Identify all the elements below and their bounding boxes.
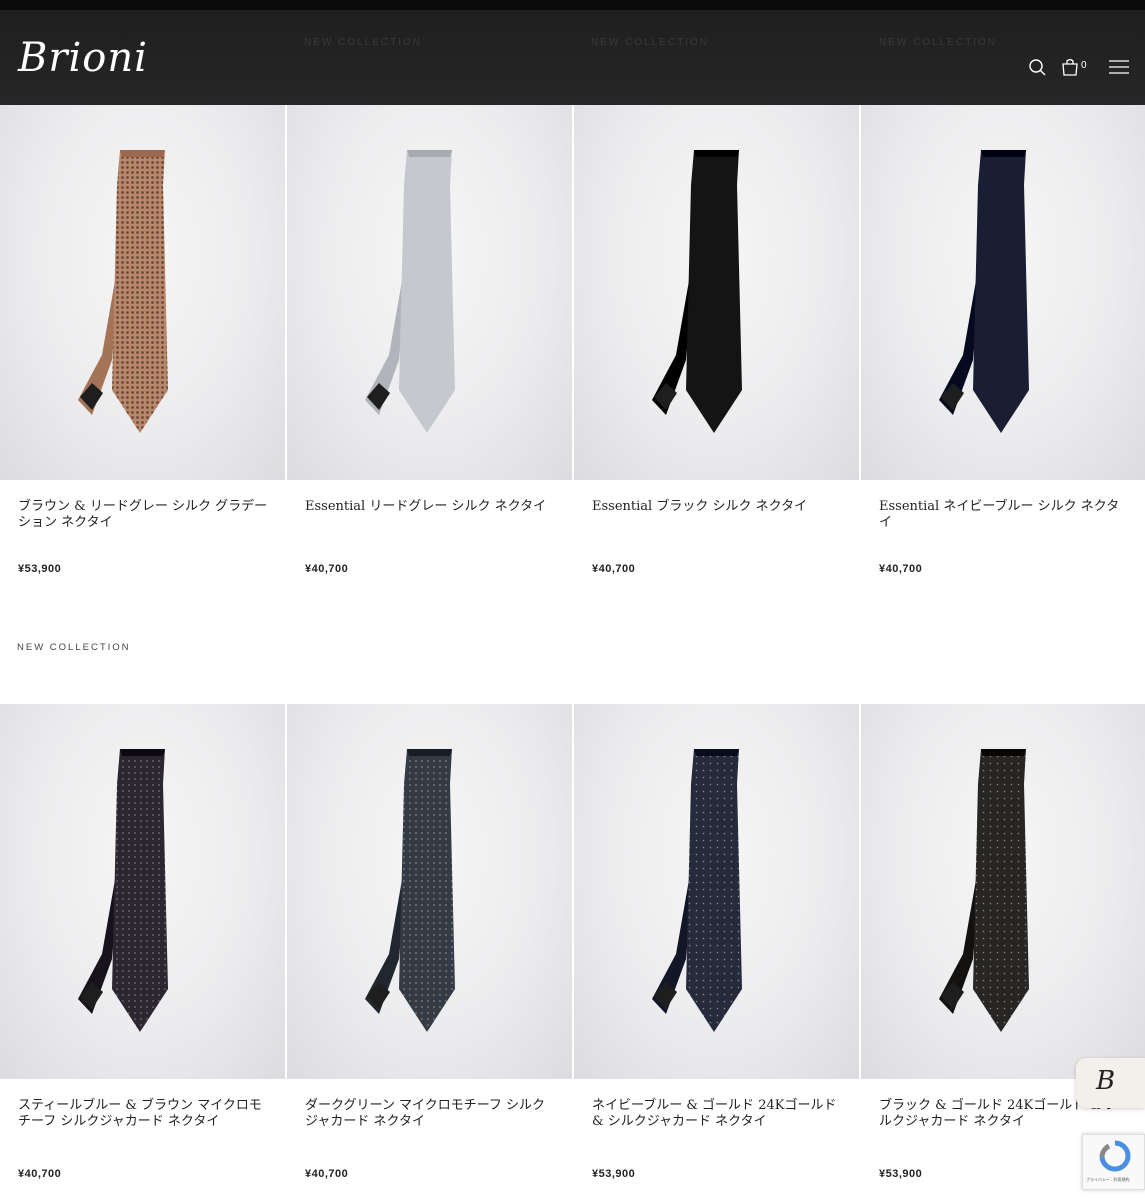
tie-knot [694, 150, 739, 157]
product-price: ¥40,700 [305, 1168, 349, 1180]
tie-front-blade [399, 749, 455, 1032]
site-header: Brioni NEW COLLECTION NEW COLLECTION NEW… [0, 10, 1145, 105]
tie-front-blade [686, 749, 742, 1032]
tie-knot [694, 749, 739, 756]
product-image[interactable] [574, 704, 859, 1079]
header-collection-tag: NEW COLLECTION [304, 37, 423, 48]
product-name[interactable]: Essential ネイビーブルー シルク ネクタイ [879, 499, 1129, 531]
tie-front-blade [399, 150, 455, 433]
product-image[interactable] [0, 105, 285, 480]
product-image[interactable] [287, 704, 572, 1079]
search-icon[interactable] [1026, 55, 1050, 79]
recaptcha-terms[interactable]: プライバシー - 利用規約 [1086, 1177, 1129, 1183]
product-image[interactable] [861, 105, 1145, 480]
tie-front-blade [973, 749, 1029, 1032]
header-collection-tag: NEW COLLECTION [879, 37, 998, 48]
product-name[interactable]: Essential リードグレー シルク ネクタイ [305, 499, 555, 515]
cart-count: 0 [1081, 60, 1087, 71]
collection-tag: NEW COLLECTION [17, 642, 131, 653]
chat-widget-logo: B [1096, 1066, 1116, 1096]
product-name[interactable]: ダークグリーン マイクロモチーフ シルクジャカード ネクタイ [305, 1098, 555, 1130]
recaptcha-badge[interactable]: プライバシー - 利用規約 [1082, 1134, 1145, 1190]
product-name[interactable]: スティールブルー & ブラウン マイクロモチーフ シルクジャカード ネクタイ [18, 1098, 268, 1130]
product-image[interactable] [0, 704, 285, 1079]
product-image[interactable] [574, 105, 859, 480]
product-name[interactable]: ブラウン & リードグレー シルク グラデーション ネクタイ [18, 499, 268, 531]
product-price: ¥40,700 [592, 563, 636, 575]
tie-front-blade [973, 150, 1029, 433]
product-price: ¥40,700 [879, 563, 923, 575]
product-price: ¥40,700 [305, 563, 349, 575]
tie-knot [981, 749, 1026, 756]
tie-knot [407, 749, 452, 756]
tie-front-blade [112, 150, 168, 433]
top-strip [0, 0, 1145, 10]
product-name[interactable]: Essential ブラック シルク ネクタイ [592, 499, 842, 515]
product-name[interactable]: ネイビーブルー & ゴールド 24Kゴールド & シルクジャカード ネクタイ [592, 1098, 842, 1130]
tie-knot [120, 749, 165, 756]
menu-icon[interactable] [1107, 55, 1131, 79]
tie-knot [407, 150, 452, 157]
tie-front-blade [686, 150, 742, 433]
brand-logo[interactable]: Brioni [18, 36, 148, 80]
product-price: ¥53,900 [592, 1168, 636, 1180]
tie-knot [120, 150, 165, 157]
product-image[interactable] [287, 105, 572, 480]
product-image[interactable] [861, 704, 1145, 1079]
product-price: ¥40,700 [18, 1168, 62, 1180]
header-collection-tag: NEW COLLECTION [591, 37, 710, 48]
product-price: ¥53,900 [18, 563, 62, 575]
tie-front-blade [112, 749, 168, 1032]
chat-widget-button[interactable]: B [1076, 1058, 1145, 1108]
product-price: ¥53,900 [879, 1168, 923, 1180]
cart-icon[interactable] [1058, 55, 1082, 79]
tie-knot [981, 150, 1026, 157]
recaptcha-icon [1099, 1140, 1131, 1172]
